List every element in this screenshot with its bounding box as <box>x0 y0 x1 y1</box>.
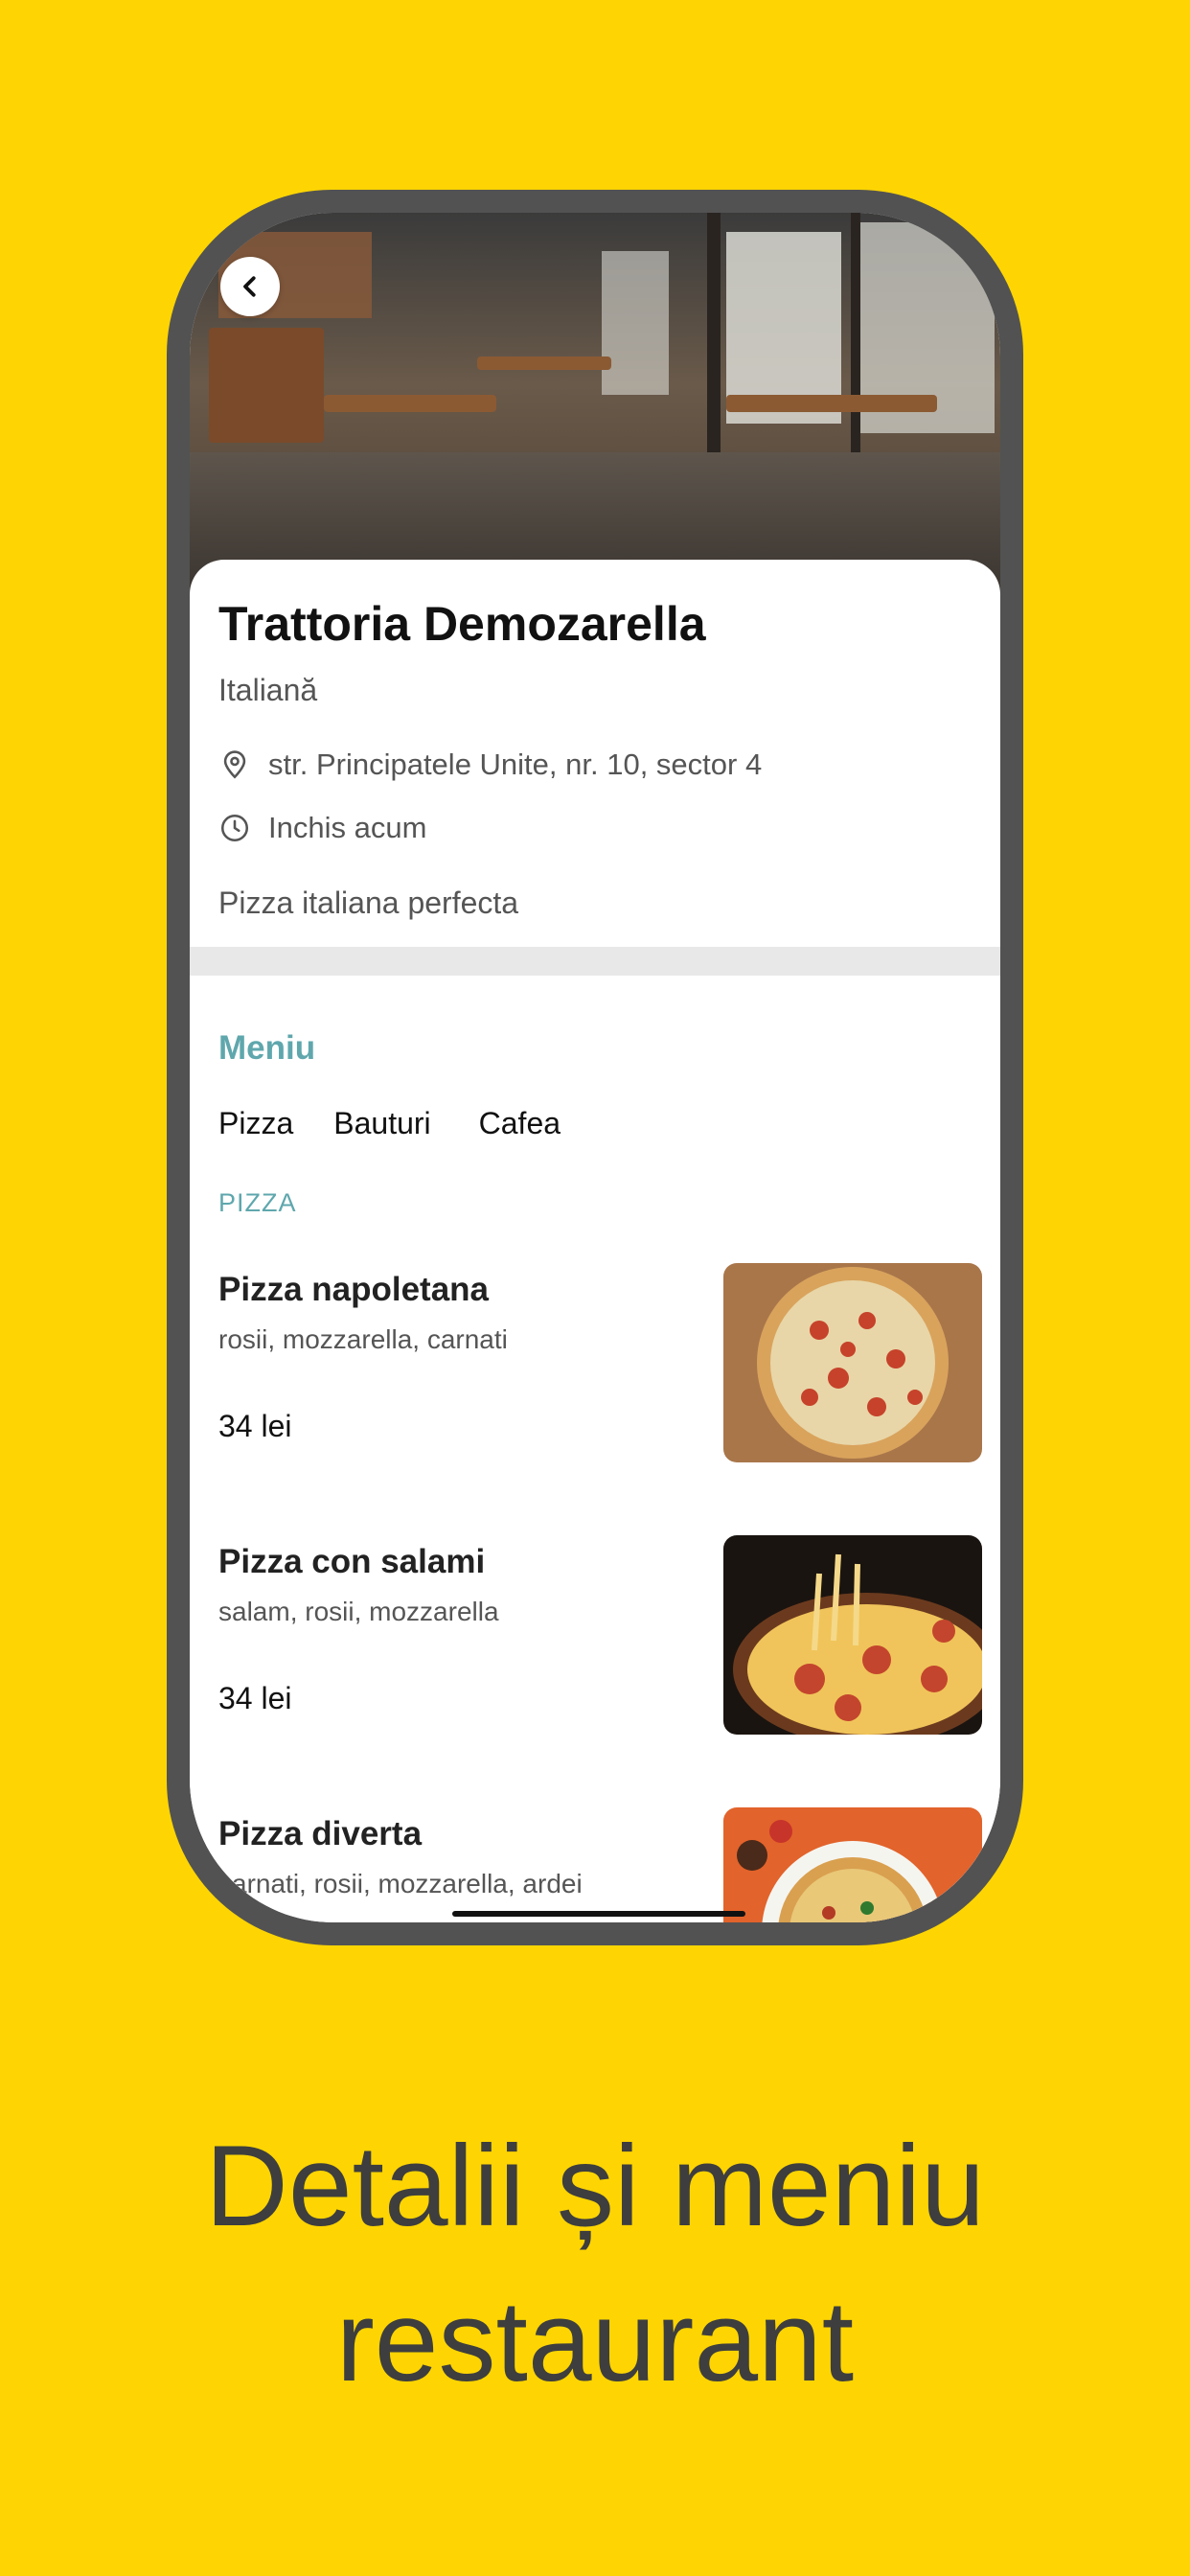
tab-bauturi[interactable]: Bauturi <box>333 1106 430 1141</box>
item-image <box>723 1263 982 1462</box>
menu-item[interactable]: Pizza diverta carnati, rosii, mozzarella… <box>190 1807 1000 1922</box>
clock-icon <box>220 814 249 842</box>
address-text: str. Principatele Unite, nr. 10, sector … <box>268 748 763 781</box>
hours-row: Inchis acum <box>218 811 426 845</box>
back-button[interactable] <box>220 257 280 316</box>
menu-item[interactable]: Pizza napoletana rosii, mozzarella, carn… <box>190 1263 1000 1464</box>
item-price: 34 lei <box>218 1409 292 1443</box>
restaurant-cuisine: Italiană <box>218 673 318 707</box>
item-name: Pizza napoletana <box>218 1271 490 1308</box>
promo-caption: Detalii și meniu restaurant <box>0 2108 1190 2419</box>
app-screen: Trattoria Demozarella Italiană str. Prin… <box>190 213 1000 1922</box>
location-pin-icon <box>223 750 246 779</box>
item-description: salam, rosii, mozzarella <box>218 1597 499 1626</box>
restaurant-tagline: Pizza italiana perfecta <box>218 886 519 920</box>
restaurant-name: Trattoria Demozarella <box>218 597 706 651</box>
menu-tabs: Pizza Bauturi Cafea <box>218 1106 601 1141</box>
address-row[interactable]: str. Principatele Unite, nr. 10, sector … <box>218 748 762 782</box>
tab-pizza[interactable]: Pizza <box>218 1106 293 1141</box>
caption-line-1: Detalii și meniu <box>205 2122 985 2250</box>
item-name: Pizza con salami <box>218 1543 486 1580</box>
details-sheet: Trattoria Demozarella Italiană str. Prin… <box>190 560 1000 1922</box>
item-description: rosii, mozzarella, carnati <box>218 1324 508 1354</box>
caption-line-2: restaurant <box>335 2277 855 2405</box>
menu-title: Meniu <box>218 1029 316 1067</box>
item-image <box>723 1535 982 1735</box>
home-indicator <box>452 1911 745 1917</box>
phone-frame: Trattoria Demozarella Italiană str. Prin… <box>167 190 1023 1945</box>
item-image <box>723 1807 982 1922</box>
restaurant-hero-image <box>190 213 1000 596</box>
chevron-left-icon <box>243 276 256 297</box>
menu-item[interactable]: Pizza con salami salam, rosii, mozzarell… <box>190 1535 1000 1736</box>
item-price: 34 lei <box>218 1681 292 1715</box>
item-description: carnati, rosii, mozzarella, ardei <box>218 1869 583 1898</box>
section-label: PIZZA <box>218 1188 297 1217</box>
section-divider <box>190 947 1000 976</box>
status-text: Inchis acum <box>268 811 427 844</box>
tab-cafea[interactable]: Cafea <box>479 1106 561 1141</box>
item-name: Pizza diverta <box>218 1815 423 1852</box>
